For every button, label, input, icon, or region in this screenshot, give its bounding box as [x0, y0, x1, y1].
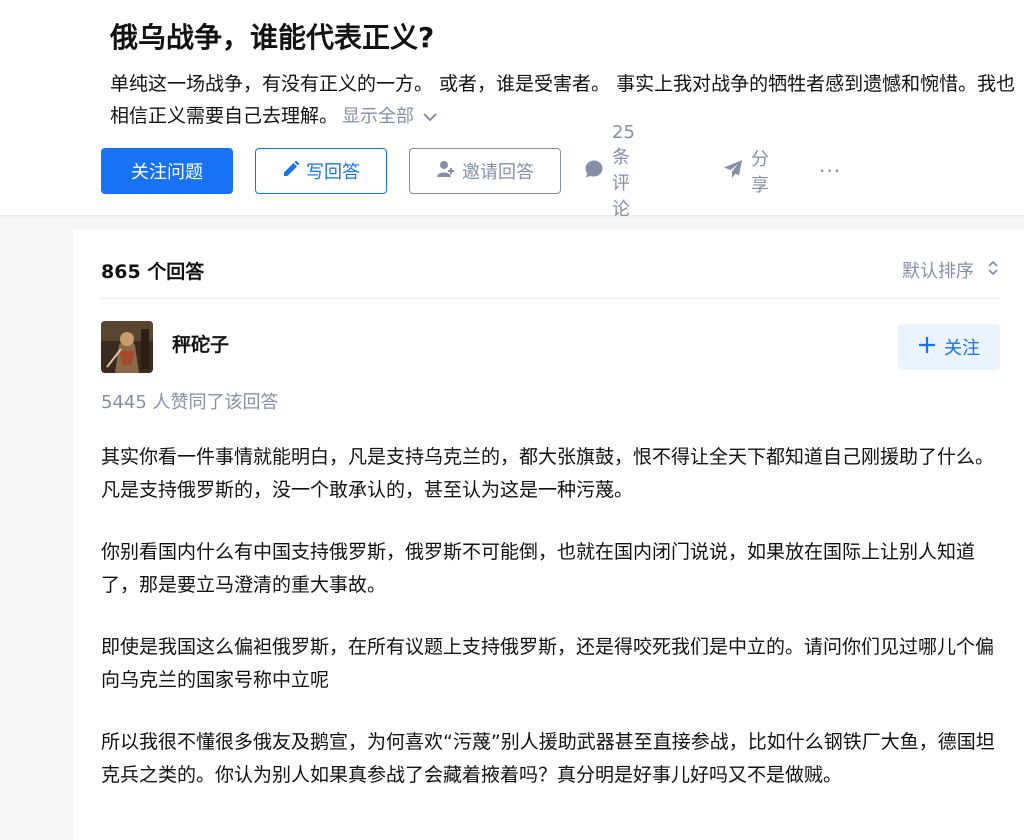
share-button[interactable]: 分享: [723, 148, 769, 196]
question-detail: 单纯这一场战争，有没有正义的一方。 或者，谁是受害者。 事实上我对战争的牺牲者感…: [110, 68, 1020, 133]
answer-paragraph: 其实你看一件事情就能明白，凡是支持乌克兰的，都大张旗鼓，恨不得让全天下都知道自己…: [101, 446, 995, 501]
comment-icon: [584, 159, 612, 184]
write-answer-button[interactable]: 写回答: [255, 148, 387, 194]
answer-paragraph: 你别看国内什么有中国支持俄罗斯，俄罗斯不可能倒，也就在国内闭门说说，如果放在国际…: [101, 541, 976, 596]
answers-header: 865 个回答 默认排序: [101, 246, 1000, 299]
pencil-icon: [282, 160, 306, 183]
sort-dropdown[interactable]: 默认排序: [902, 254, 1000, 290]
comments-button[interactable]: 25 条评论: [584, 122, 635, 220]
follow-author-label: 关注: [944, 338, 980, 359]
invite-user-icon: [436, 159, 462, 184]
answer-paragraph: 所以我很不懂很多俄友及鹅宣，为何喜欢“污蔑”别人援助武器甚至直接参战，比如什么钢…: [101, 731, 995, 786]
invite-answer-label: 邀请回答: [462, 162, 534, 183]
author-name[interactable]: 秤砣子: [172, 330, 229, 360]
answers-card: 865 个回答 默认排序 秤砣子 关注 5445 人赞同了该回答 其实你看一件事…: [73, 230, 1024, 840]
chevron-down-icon: [422, 101, 438, 133]
follow-question-label: 关注问题: [131, 162, 203, 183]
sort-icon: [974, 254, 1000, 290]
avatar[interactable]: [101, 321, 153, 373]
show-all-button[interactable]: 显示全部: [342, 106, 438, 127]
more-button[interactable]: ···: [819, 148, 841, 194]
follow-question-button[interactable]: 关注问题: [101, 148, 233, 194]
follow-author-button[interactable]: 关注: [898, 324, 1000, 370]
write-answer-label: 写回答: [306, 162, 360, 183]
comments-label: 25 条评论: [612, 121, 635, 220]
share-label: 分享: [751, 149, 769, 196]
plus-icon: [918, 336, 944, 359]
answer-count: 865 个回答: [101, 261, 205, 283]
question-title: 俄乌战争，谁能代表正义?: [110, 21, 435, 54]
share-icon: [723, 159, 751, 184]
question-header: 俄乌战争，谁能代表正义? 单纯这一场战争，有没有正义的一方。 或者，谁是受害者。…: [0, 0, 1024, 220]
answer-content: 其实你看一件事情就能明白，凡是支持乌克兰的，都大张旗鼓，恨不得让全天下都知道自己…: [101, 441, 1000, 821]
show-all-label: 显示全部: [342, 106, 415, 127]
invite-answer-button[interactable]: 邀请回答: [409, 148, 561, 194]
vote-count: 5445 人赞同了该回答: [101, 392, 279, 413]
more-label: ···: [819, 159, 842, 183]
answer-paragraph: 即使是我国这么偏袒俄罗斯，在所有议题上支持俄罗斯，还是得咬死我们是中立的。请问你…: [101, 636, 995, 691]
question-detail-text: 单纯这一场战争，有没有正义的一方。 或者，谁是受害者。 事实上我对战争的牺牲者感…: [110, 73, 1016, 127]
sort-label: 默认排序: [902, 261, 974, 282]
